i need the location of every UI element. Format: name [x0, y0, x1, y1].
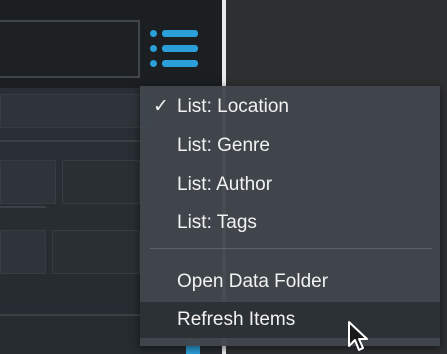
menu-item-label: List: Genre	[177, 135, 270, 156]
search-field[interactable]	[0, 20, 140, 78]
checkmark-icon: ✓	[153, 96, 169, 117]
filter-button[interactable]	[62, 160, 140, 204]
menu-item-list-tags[interactable]: List: Tags	[140, 205, 440, 241]
menu-item-label: List: Location	[177, 96, 289, 117]
options-tab[interactable]	[0, 94, 150, 128]
menu-item-list-location[interactable]: ✓ List: Location	[140, 89, 440, 125]
menu-item-refresh-items[interactable]: Refresh Items	[140, 302, 440, 338]
menu-item-open-data-folder[interactable]: Open Data Folder	[140, 264, 440, 300]
list-options-dropdown: ✓ List: Location List: Genre List: Autho…	[140, 86, 440, 346]
menu-item-list-author[interactable]: List: Author	[140, 167, 440, 203]
menu-item-label: Refresh Items	[177, 309, 296, 330]
category-row[interactable]	[0, 230, 46, 274]
menu-item-label: Open Data Folder	[177, 271, 329, 292]
filter-row[interactable]	[0, 160, 56, 204]
divider	[0, 140, 140, 142]
menu-item-list-genre[interactable]: List: Genre	[140, 128, 440, 164]
category-button[interactable]	[52, 230, 140, 274]
divider	[0, 206, 46, 208]
list-menu-icon[interactable]	[150, 24, 200, 72]
menu-separator	[150, 248, 432, 249]
menu-item-label: List: Author	[177, 174, 273, 195]
menu-item-label: List: Tags	[177, 212, 257, 233]
divider	[0, 314, 140, 316]
plugin-window: ✓ List: Location List: Genre List: Autho…	[0, 0, 447, 354]
